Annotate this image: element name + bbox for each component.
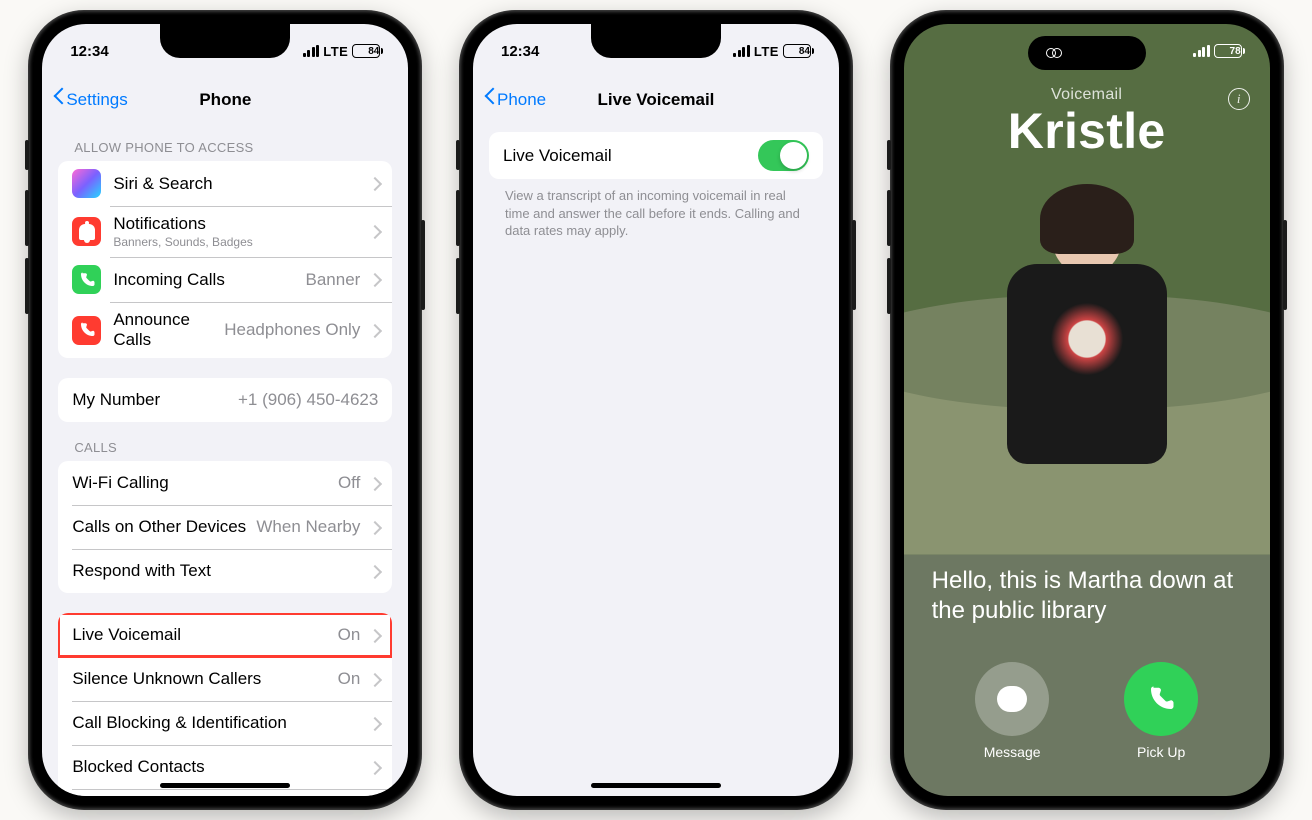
row-silence-unknown[interactable]: Silence Unknown CallersOn <box>58 657 392 701</box>
home-indicator[interactable] <box>591 783 721 788</box>
nav-bar: Settings Phone <box>42 78 408 122</box>
voicemail-header: Voicemail Kristle <box>904 86 1270 160</box>
screen-settings-phone: 12:34 LTE 84 Settings Phone ALLOW PHONE … <box>42 24 408 796</box>
info-button[interactable]: i <box>1228 88 1250 110</box>
row-sms-call-reporting[interactable]: SMS/Call Reporting <box>58 789 392 796</box>
volume-down-button <box>887 258 891 314</box>
volume-up-button <box>456 190 460 246</box>
mute-switch <box>456 140 460 170</box>
power-button <box>852 220 856 310</box>
voicemail-icon <box>1040 46 1068 60</box>
row-respond-with-text[interactable]: Respond with Text <box>58 549 392 593</box>
chevron-right-icon <box>370 673 378 686</box>
section-header-access: ALLOW PHONE TO ACCESS <box>58 122 392 161</box>
siri-icon <box>72 169 101 198</box>
battery-icon: 84 <box>783 44 811 58</box>
row-wifi-calling[interactable]: Wi-Fi CallingOff <box>58 461 392 505</box>
back-label: Phone <box>497 90 546 110</box>
mute-switch <box>25 140 29 170</box>
row-my-number[interactable]: My Number+1 (906) 450-4623 <box>58 378 392 422</box>
row-live-voicemail[interactable]: Live VoicemailOn <box>58 613 392 657</box>
pickup-button[interactable] <box>1124 662 1198 736</box>
iphone-frame-3: 78 i Voicemail Kristle Hello, this is Ma… <box>890 10 1284 810</box>
iphone-frame-2: 12:34 LTE 84 Phone Live Voicemail Live V… <box>459 10 853 810</box>
signal-icon <box>1193 45 1210 57</box>
back-label: Settings <box>66 90 127 110</box>
status-time: 12:34 <box>501 43 539 60</box>
pickup-label: Pick Up <box>1137 744 1185 760</box>
incoming-calls-icon <box>72 265 101 294</box>
chevron-left-icon <box>52 90 64 110</box>
status-time: 12:34 <box>70 43 108 60</box>
nav-title: Phone <box>199 90 251 110</box>
chevron-right-icon <box>370 761 378 774</box>
chevron-right-icon <box>370 477 378 490</box>
notch <box>160 24 290 58</box>
live-voicemail-content: Live Voicemail View a transcript of an i… <box>473 122 839 796</box>
notifications-icon <box>72 217 101 246</box>
chevron-right-icon <box>370 521 378 534</box>
screen-live-voicemail-settings: 12:34 LTE 84 Phone Live Voicemail Live V… <box>473 24 839 796</box>
phone-icon <box>1146 684 1176 714</box>
volume-down-button <box>25 258 29 314</box>
list-calls-1: Wi-Fi CallingOff Calls on Other DevicesW… <box>58 461 392 593</box>
live-voicemail-description: View a transcript of an incoming voicema… <box>489 179 823 248</box>
back-phone-button[interactable]: Phone <box>483 90 546 110</box>
carrier-label: LTE <box>754 44 779 59</box>
caller-name: Kristle <box>904 102 1270 160</box>
battery-icon: 84 <box>352 44 380 58</box>
row-calls-other-devices[interactable]: Calls on Other DevicesWhen Nearby <box>58 505 392 549</box>
signal-icon <box>733 45 750 57</box>
chevron-right-icon <box>370 273 378 286</box>
list-my-number: My Number+1 (906) 450-4623 <box>58 378 392 422</box>
row-live-voicemail-toggle[interactable]: Live Voicemail <box>489 132 823 179</box>
carrier-label: LTE <box>323 44 348 59</box>
chevron-right-icon <box>370 717 378 730</box>
chevron-right-icon <box>370 225 378 238</box>
voicemail-actions: Message Pick Up <box>904 662 1270 760</box>
chevron-left-icon <box>483 90 495 110</box>
row-announce-calls[interactable]: Announce CallsHeadphones Only <box>58 302 392 358</box>
list-access: Siri & Search NotificationsBanners, Soun… <box>58 161 392 358</box>
row-notifications[interactable]: NotificationsBanners, Sounds, Badges <box>58 206 392 257</box>
announce-calls-icon <box>72 316 101 345</box>
mute-switch <box>887 140 891 170</box>
chevron-right-icon <box>370 629 378 642</box>
settings-content[interactable]: ALLOW PHONE TO ACCESS Siri & Search Noti… <box>42 122 408 796</box>
message-button[interactable] <box>975 662 1049 736</box>
back-settings-button[interactable]: Settings <box>52 90 127 110</box>
power-button <box>421 220 425 310</box>
dynamic-island[interactable] <box>1028 36 1146 70</box>
live-voicemail-toggle[interactable] <box>758 140 809 171</box>
voicemail-transcript: Hello, this is Martha down at the public… <box>932 566 1242 626</box>
list-live-voicemail: Live Voicemail <box>489 132 823 179</box>
contact-photo <box>972 194 1202 504</box>
signal-icon <box>303 45 320 57</box>
section-header-calls: CALLS <box>58 422 392 461</box>
list-calls-2: Live VoicemailOn Silence Unknown Callers… <box>58 613 392 796</box>
screen-voicemail-call: 78 i Voicemail Kristle Hello, this is Ma… <box>904 24 1270 796</box>
volume-down-button <box>456 258 460 314</box>
volume-up-button <box>25 190 29 246</box>
row-incoming-calls[interactable]: Incoming CallsBanner <box>58 257 392 302</box>
message-icon <box>997 686 1027 712</box>
row-call-blocking[interactable]: Call Blocking & Identification <box>58 701 392 745</box>
nav-bar: Phone Live Voicemail <box>473 78 839 122</box>
row-siri-search[interactable]: Siri & Search <box>58 161 392 206</box>
home-indicator[interactable] <box>160 783 290 788</box>
chevron-right-icon <box>370 324 378 337</box>
battery-icon: 78 <box>1214 44 1242 58</box>
volume-up-button <box>887 190 891 246</box>
chevron-right-icon <box>370 565 378 578</box>
power-button <box>1283 220 1287 310</box>
nav-title: Live Voicemail <box>598 90 715 110</box>
message-label: Message <box>984 744 1041 760</box>
notch <box>591 24 721 58</box>
iphone-frame-1: 12:34 LTE 84 Settings Phone ALLOW PHONE … <box>28 10 422 810</box>
chevron-right-icon <box>370 177 378 190</box>
